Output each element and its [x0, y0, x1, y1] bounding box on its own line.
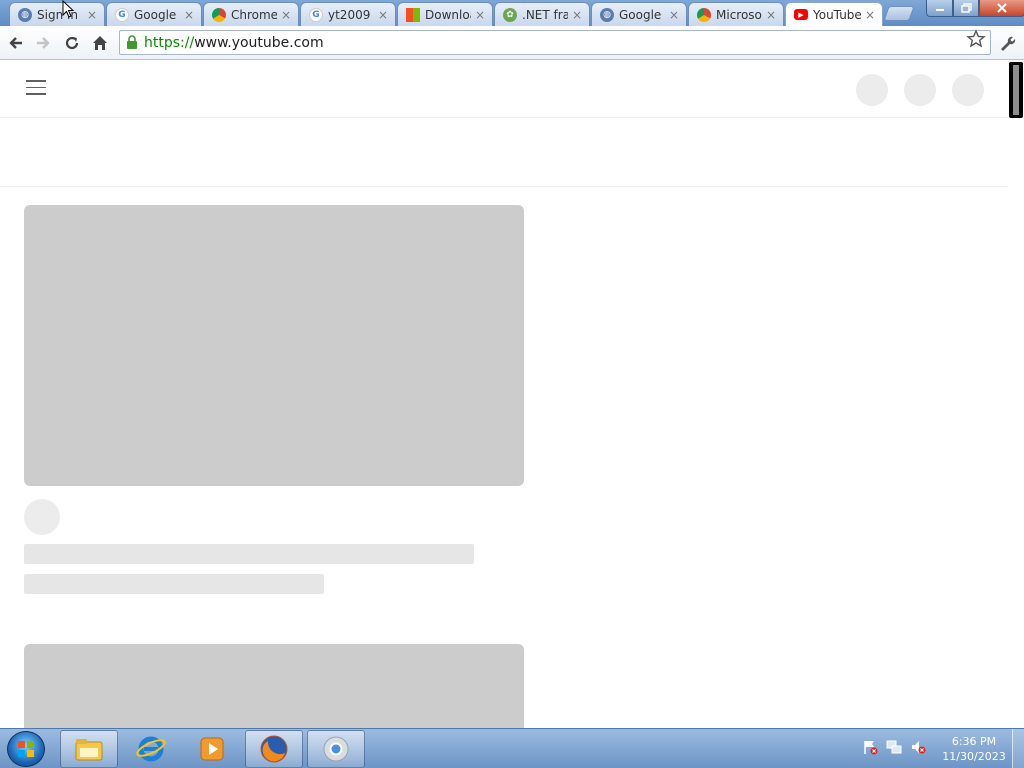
taskbar-media-player[interactable] — [183, 730, 241, 768]
hamburger-menu-icon[interactable] — [26, 80, 46, 95]
tab-title: Chrome — [231, 7, 277, 22]
tab-title: Sign in — [37, 7, 78, 22]
tab-microsoft[interactable]: Microsof × — [688, 2, 784, 26]
window-controls — [926, 0, 1024, 17]
tab-title: Microsof — [716, 7, 762, 22]
system-tray — [862, 739, 926, 755]
tab-dotnet[interactable]: ✿ .NET fran × — [494, 2, 590, 26]
mouse-cursor-icon — [62, 0, 74, 18]
restore-button[interactable] — [953, 0, 979, 17]
close-tab-icon[interactable]: × — [571, 8, 583, 22]
close-icon — [997, 3, 1007, 13]
windows-logo-icon — [18, 741, 34, 757]
close-tab-icon[interactable]: × — [474, 8, 486, 22]
taskbar-explorer[interactable] — [60, 730, 118, 768]
header-placeholder-circle — [904, 74, 936, 106]
minimize-button[interactable] — [926, 0, 953, 17]
reload-button[interactable] — [61, 32, 83, 54]
globe-icon: ◍ — [600, 7, 614, 22]
tab-strip: ◍ Sign in × G Google × Chrome × G yt2009… — [0, 0, 1024, 26]
close-tab-icon[interactable]: × — [86, 8, 98, 22]
address-bar[interactable]: https://www.youtube.com — [119, 30, 991, 55]
clock-time: 6:36 PM — [951, 735, 997, 748]
dotnet-icon: ✿ — [503, 7, 517, 22]
media-player-icon — [200, 737, 224, 761]
tab-title: Google D — [619, 7, 665, 22]
tab-title: yt2009 lir — [328, 7, 374, 22]
taskbar-chrome[interactable] — [307, 730, 365, 768]
youtube-header — [0, 61, 1008, 118]
scrollbar-thumb[interactable] — [1009, 62, 1023, 118]
tab-title: YouTube — [813, 7, 861, 22]
web-page — [0, 61, 1024, 728]
browser-toolbar: https://www.youtube.com — [0, 26, 1024, 60]
forward-button[interactable] — [32, 32, 54, 54]
minimize-icon — [935, 9, 944, 11]
forward-arrow-icon — [37, 37, 50, 49]
video-thumbnail-placeholder — [24, 205, 524, 486]
page-scrollbar[interactable] — [1008, 61, 1024, 728]
google-icon: G — [309, 7, 323, 22]
tab-title: .NET fran — [522, 7, 568, 22]
video-meta-placeholder — [24, 574, 324, 594]
channel-avatar-placeholder — [24, 499, 60, 535]
close-tab-icon[interactable]: × — [377, 8, 389, 22]
internet-explorer-icon — [136, 736, 166, 762]
close-tab-icon[interactable]: × — [765, 8, 777, 22]
url-scheme: https:// — [144, 35, 195, 51]
wrench-menu-button[interactable] — [996, 32, 1018, 54]
taskbar-internet-explorer[interactable] — [122, 730, 180, 768]
taskbar: 6:36 PM 11/30/2023 — [0, 728, 1024, 768]
video-thumbnail-placeholder — [24, 644, 524, 728]
chrome-icon — [697, 7, 711, 22]
home-icon — [93, 36, 107, 50]
wrench-icon — [1001, 36, 1016, 51]
star-icon — [966, 29, 986, 48]
tab-sign-in[interactable]: ◍ Sign in × — [9, 2, 105, 26]
tab-title: Downloa — [425, 7, 471, 22]
globe-icon: ◍ — [18, 7, 32, 22]
google-icon: G — [115, 7, 129, 22]
reload-icon — [65, 36, 79, 50]
close-tab-icon[interactable]: × — [183, 8, 195, 22]
new-tab-button[interactable] — [883, 6, 915, 21]
close-tab-icon[interactable]: × — [668, 8, 680, 22]
chrome-icon — [323, 736, 349, 762]
close-tab-icon[interactable]: × — [864, 8, 876, 22]
url-host: www.youtube.com — [194, 35, 324, 51]
tab-google-d[interactable]: ◍ Google D × — [591, 2, 687, 26]
youtube-icon: ▶ — [794, 9, 808, 20]
header-placeholder-circle — [952, 74, 984, 106]
close-window-button[interactable] — [979, 0, 1024, 17]
system-clock[interactable]: 6:36 PM 11/30/2023 — [936, 734, 1012, 764]
video-title-placeholder — [24, 544, 474, 564]
action-center-flag-icon[interactable] — [862, 739, 878, 755]
network-icon[interactable] — [886, 739, 902, 755]
tab-download[interactable]: Downloa × — [397, 2, 493, 26]
volume-muted-icon[interactable] — [910, 739, 926, 755]
tab-title: Google — [134, 7, 177, 22]
taskbar-firefox[interactable] — [245, 730, 303, 768]
firefox-icon — [260, 735, 288, 763]
header-placeholder-circle — [856, 74, 888, 106]
tab-chrome[interactable]: Chrome × — [203, 2, 299, 26]
close-tab-icon[interactable]: × — [280, 8, 292, 22]
back-arrow-icon — [9, 37, 22, 49]
chip-bar-placeholder — [0, 119, 1008, 187]
restore-icon — [960, 3, 972, 13]
tab-yt2009[interactable]: G yt2009 lir × — [300, 2, 396, 26]
tab-google[interactable]: G Google × — [106, 2, 202, 26]
url-text: https://www.youtube.com — [144, 35, 324, 51]
lock-icon — [127, 35, 137, 49]
clock-date: 11/30/2023 — [942, 750, 1006, 763]
home-button[interactable] — [89, 32, 111, 54]
show-desktop-button[interactable] — [1012, 729, 1024, 768]
chrome-icon — [212, 7, 226, 22]
back-button[interactable] — [5, 32, 27, 54]
start-button[interactable] — [7, 731, 45, 767]
windows-icon — [406, 7, 420, 22]
explorer-icon — [75, 739, 103, 761]
tab-youtube[interactable]: ▶ YouTube × — [785, 2, 883, 26]
